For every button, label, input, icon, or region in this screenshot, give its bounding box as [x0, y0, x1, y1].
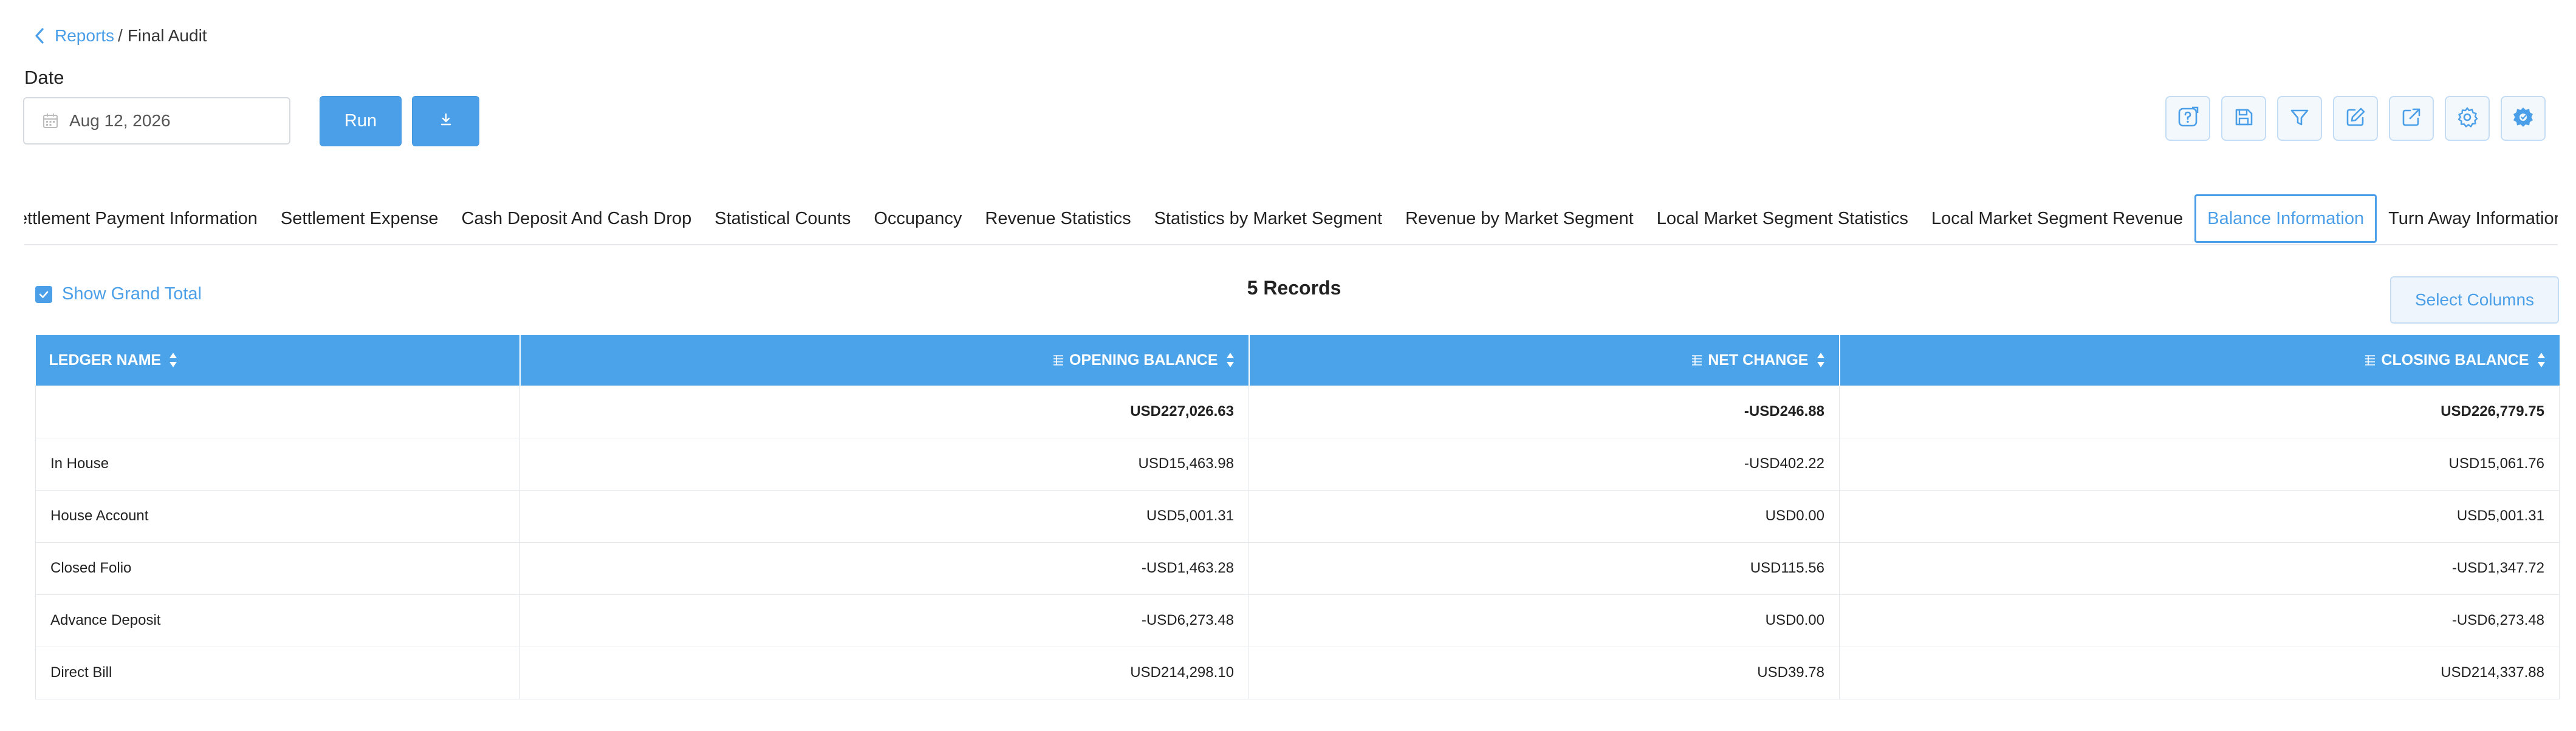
chevron-left-icon[interactable]	[29, 25, 50, 46]
table-cell: -USD6,273.48	[1839, 594, 2560, 647]
table-cell	[35, 385, 520, 438]
header-ledger-name-label: LEDGER NAME	[49, 351, 162, 369]
filter-icon	[2289, 106, 2311, 131]
gear-icon	[2456, 106, 2479, 132]
header-net-change-label: NET CHANGE	[1708, 351, 1809, 369]
show-grand-total-label[interactable]: Show Grand Total	[62, 284, 202, 304]
header-opening-balance[interactable]: OPENING BALANCE	[519, 335, 1250, 386]
date-field[interactable]	[23, 97, 290, 144]
tab-settlement-expense[interactable]: Settlement Expense	[269, 194, 450, 243]
column-options-icon[interactable]	[1691, 354, 1703, 366]
select-columns-button[interactable]: Select Columns	[2390, 276, 2559, 324]
table-cell: Direct Bill	[35, 646, 520, 699]
filter-button[interactable]	[2277, 96, 2322, 141]
records-count: 5 Records	[1247, 277, 1341, 299]
report-tabs: ettlement Payment Information Settlement…	[24, 193, 2558, 245]
table-row: In House USD15,463.98 -USD402.22 USD15,0…	[35, 437, 2560, 491]
tabs-track: ettlement Payment Information Settlement…	[24, 193, 2558, 244]
table-cell: USD15,463.98	[519, 437, 1249, 491]
sort-icon[interactable]	[1816, 352, 1826, 369]
table-cell: In House	[35, 437, 520, 491]
tab-statistics-by-market-segment[interactable]: Statistics by Market Segment	[1143, 194, 1394, 243]
tab-cash-deposit-and-cash-drop[interactable]: Cash Deposit And Cash Drop	[450, 194, 703, 243]
breadcrumb-separator: /	[118, 26, 123, 45]
download-icon	[438, 112, 454, 131]
table-cell: Advance Deposit	[35, 594, 520, 647]
edit-icon	[2345, 106, 2366, 131]
table-cell: House Account	[35, 489, 520, 543]
table-cell: USD214,298.10	[519, 646, 1249, 699]
table-cell: USD0.00	[1249, 489, 1840, 543]
column-options-icon[interactable]	[2364, 354, 2376, 366]
download-button[interactable]	[412, 96, 479, 146]
table-cell: -USD246.88	[1249, 385, 1840, 438]
external-link-icon	[2400, 106, 2422, 131]
table-cell: USD5,001.31	[519, 489, 1249, 543]
tab-occupancy[interactable]: Occupancy	[862, 194, 973, 243]
table-cell: -USD1,347.72	[1839, 542, 2560, 595]
show-grand-total-checkbox[interactable]	[35, 285, 52, 303]
table-cell: -USD402.22	[1249, 437, 1840, 491]
table-cell: Closed Folio	[35, 542, 520, 595]
tab-balance-information[interactable]: Balance Information	[2194, 194, 2377, 243]
header-net-change[interactable]: NET CHANGE	[1249, 335, 1840, 386]
table-cell: -USD6,273.48	[519, 594, 1249, 647]
tab-revenue-by-market-segment[interactable]: Revenue by Market Segment	[1394, 194, 1645, 243]
table-cell: USD227,026.63	[519, 385, 1249, 438]
sort-icon[interactable]	[1225, 352, 1235, 369]
column-options-icon[interactable]	[1052, 354, 1064, 366]
table-cell: USD0.00	[1249, 594, 1840, 647]
table-cell: USD214,337.88	[1839, 646, 2560, 699]
tab-local-market-segment-revenue[interactable]: Local Market Segment Revenue	[1920, 194, 2194, 243]
advanced-settings-button[interactable]	[2501, 96, 2546, 141]
tab-turn-away-information[interactable]: Turn Away Information	[2377, 194, 2558, 243]
table-row: Closed Folio -USD1,463.28 USD115.56 -USD…	[35, 542, 2560, 595]
table-cell: USD5,001.31	[1839, 489, 2560, 543]
grand-total-row: USD227,026.63 -USD246.88 USD226,779.75	[35, 385, 2560, 438]
table-row: House Account USD5,001.31 USD0.00 USD5,0…	[35, 489, 2560, 543]
save-icon	[2233, 106, 2255, 131]
run-button[interactable]: Run	[320, 96, 402, 146]
table-header-row: LEDGER NAME OPENING BALANCE NET CHANGE C…	[35, 335, 2560, 386]
table-cell: USD115.56	[1249, 542, 1840, 595]
tab-revenue-statistics[interactable]: Revenue Statistics	[973, 194, 1142, 243]
table-cell: -USD1,463.28	[519, 542, 1249, 595]
breadcrumb: Reports / Final Audit	[29, 25, 207, 46]
sort-icon[interactable]	[2537, 352, 2546, 369]
edit-button[interactable]	[2333, 96, 2378, 141]
show-grand-total-option[interactable]: Show Grand Total	[35, 284, 202, 304]
breadcrumb-current: Final Audit	[127, 26, 207, 45]
table-cell: USD39.78	[1249, 646, 1840, 699]
tab-settlement-payment-information[interactable]: ettlement Payment Information	[24, 194, 269, 243]
header-ledger-name[interactable]: LEDGER NAME	[35, 335, 521, 386]
tab-local-market-segment-statistics[interactable]: Local Market Segment Statistics	[1645, 194, 1920, 243]
help-icon	[2176, 106, 2199, 132]
report-toolbar	[2165, 96, 2546, 141]
settings-button[interactable]	[2445, 96, 2490, 141]
balance-information-table: LEDGER NAME OPENING BALANCE NET CHANGE C…	[35, 335, 2560, 699]
help-button[interactable]	[2165, 96, 2210, 141]
date-label: Date	[24, 67, 64, 88]
final-audit-report-page: Reports / Final Audit Date Run	[0, 0, 2576, 731]
breadcrumb-reports-link[interactable]: Reports	[55, 26, 114, 46]
header-closing-balance[interactable]: CLOSING BALANCE	[1839, 335, 2560, 386]
table-cell: USD226,779.75	[1839, 385, 2560, 438]
table-row: Advance Deposit -USD6,273.48 USD0.00 -US…	[35, 594, 2560, 647]
calendar-icon	[43, 113, 58, 129]
save-button[interactable]	[2221, 96, 2266, 141]
advanced-settings-icon	[2512, 106, 2535, 132]
header-opening-balance-label: OPENING BALANCE	[1069, 351, 1218, 369]
export-button[interactable]	[2389, 96, 2434, 141]
tab-statistical-counts[interactable]: Statistical Counts	[703, 194, 862, 243]
header-closing-balance-label: CLOSING BALANCE	[2381, 351, 2529, 369]
table-row: Direct Bill USD214,298.10 USD39.78 USD21…	[35, 646, 2560, 699]
date-input[interactable]	[68, 110, 271, 131]
sort-icon[interactable]	[168, 352, 178, 369]
table-cell: USD15,061.76	[1839, 437, 2560, 491]
